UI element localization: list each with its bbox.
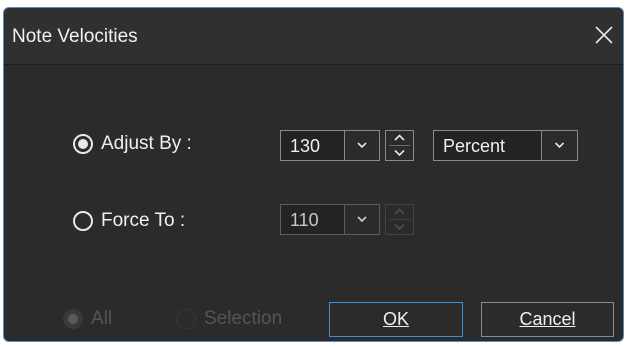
force-to-value-combo[interactable]: 110 (280, 204, 380, 235)
scope-all-radio[interactable] (63, 309, 83, 329)
adjust-by-radio[interactable] (73, 134, 93, 154)
scope-all-label: All (91, 308, 113, 329)
cancel-button[interactable]: Cancel (481, 302, 614, 337)
ok-button[interactable]: OK (329, 302, 463, 337)
force-to-spin-up[interactable] (386, 205, 413, 219)
chevron-up-icon (394, 134, 405, 141)
adjust-by-value-combo[interactable]: 130 (280, 130, 380, 161)
adjust-unit-dropdown-button[interactable] (541, 130, 578, 161)
title-bar: Note Velocities (4, 8, 623, 65)
dialog-body: Adjust By : 130 Percent Force To: 110 A… (4, 65, 623, 341)
close-icon (595, 26, 613, 44)
chevron-down-icon (394, 224, 405, 230)
adjust-by-value-dropdown-button[interactable] (344, 130, 380, 161)
ok-button-label: OK (382, 309, 409, 329)
adjust-unit-value: Percent (443, 136, 506, 156)
force-to-value-dropdown-button[interactable] (344, 204, 380, 235)
force-to-spinner[interactable] (385, 204, 414, 235)
adjust-by-option[interactable]: Adjust By : (73, 133, 192, 155)
scope-selection-label: Selection (204, 308, 283, 329)
scope-all-option[interactable]: All (63, 308, 112, 330)
adjust-by-value: 130 (290, 136, 321, 156)
cancel-button-label: Cancel (519, 309, 576, 329)
adjust-by-spinner[interactable] (385, 130, 414, 161)
note-velocities-dialog: Note Velocities Adjust By : 130 Percent … (3, 7, 624, 342)
chevron-down-icon (394, 149, 405, 157)
close-button[interactable] (591, 22, 617, 48)
chevron-down-icon (357, 142, 367, 149)
scope-selection-option[interactable]: Selection (176, 308, 282, 330)
chevron-up-icon (394, 208, 405, 215)
adjust-by-label: Adjust By : (101, 133, 192, 154)
scope-selection-radio[interactable] (176, 309, 196, 329)
adjust-by-spin-down[interactable] (386, 146, 413, 160)
force-to-option[interactable]: Force To : (73, 210, 185, 232)
adjust-by-spin-up[interactable] (386, 131, 413, 145)
adjust-unit-combo[interactable]: Percent (433, 130, 578, 161)
force-to-spin-down[interactable] (386, 220, 413, 234)
chevron-down-icon (554, 142, 565, 149)
force-to-value: 110 (290, 210, 319, 230)
force-to-radio[interactable] (73, 211, 93, 231)
dialog-title: Note Velocities (12, 26, 138, 47)
chevron-down-icon (357, 216, 367, 223)
force-to-label: Force To : (101, 210, 186, 231)
